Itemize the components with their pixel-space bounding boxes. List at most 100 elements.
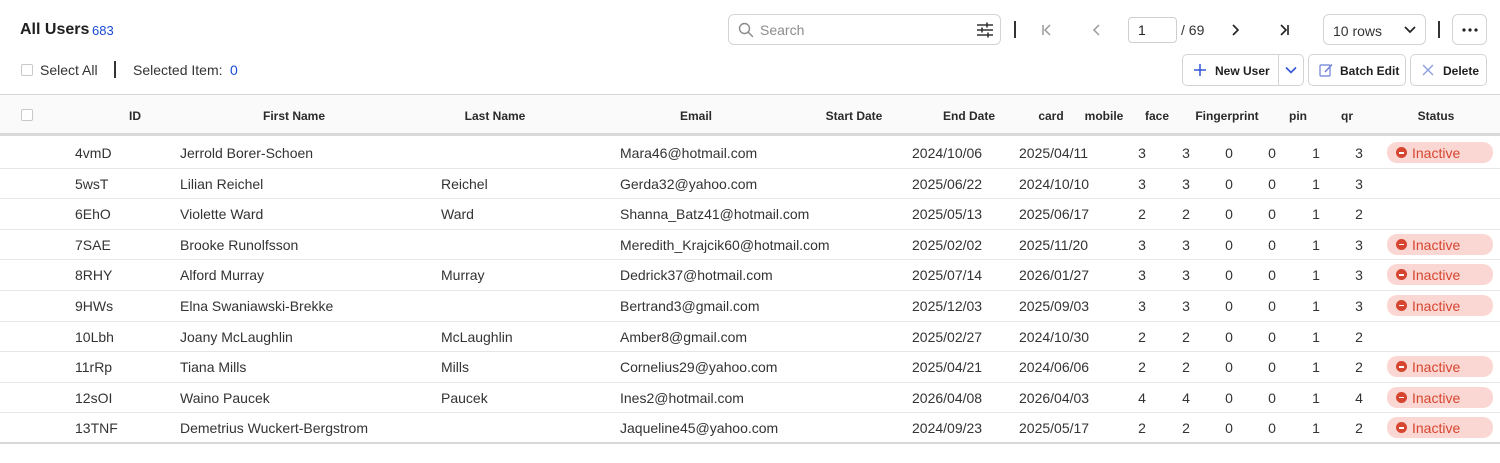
search-input[interactable] xyxy=(760,20,960,40)
cell-fingerprint: 0 xyxy=(1268,145,1276,161)
cell-card: 3 xyxy=(1138,145,1146,161)
cell-id: 6EhO xyxy=(75,206,111,223)
table-row[interactable]: 10Lbh Joany McLaughlin McLaughlin Amber8@gm… xyxy=(0,322,1500,353)
more-options-button[interactable] xyxy=(1452,14,1487,45)
cell-email: Ines2@hotmail.com xyxy=(620,389,744,406)
table-row[interactable]: 8RHY Alford Murray Murray Dedrick37@hotmail… xyxy=(0,260,1500,291)
minus-circle-icon xyxy=(1396,147,1407,158)
cell-id: 10Lbh xyxy=(75,328,114,345)
table-row[interactable]: 7SAE Brooke Runolfsson Meredith_Krajcik60@… xyxy=(0,230,1500,261)
toolbar-divider xyxy=(1014,21,1016,38)
cell-first-name: Alford Murray xyxy=(180,267,265,284)
delete-button[interactable]: Delete xyxy=(1410,54,1487,86)
cell-mobile: 4 xyxy=(1182,389,1190,406)
table-row[interactable]: 6EhO Violette Ward Ward Shanna_Batz41@hotma… xyxy=(0,199,1500,230)
cell-mobile: 3 xyxy=(1182,267,1190,284)
cell-start-date: 2025/06/22 xyxy=(912,175,983,192)
cell-last-name: McLaughlin xyxy=(441,328,513,345)
first-page-button[interactable] xyxy=(1034,17,1060,43)
cell-pin: 1 xyxy=(1312,236,1320,253)
cell-face: 0 xyxy=(1225,206,1233,223)
search-box[interactable] xyxy=(728,14,1001,45)
page-number-input[interactable] xyxy=(1128,17,1177,43)
last-page-icon xyxy=(1280,24,1289,36)
table-body: 4vmD Jerrold Borer-Schoen Mara46@hotmail.c… xyxy=(0,138,1500,444)
minus-circle-icon xyxy=(1396,391,1407,403)
table-row[interactable]: 5wsT Lilian Reichel Reichel Gerda32@yahoo.c… xyxy=(0,169,1500,200)
cell-card: 3 xyxy=(1138,236,1146,253)
status-badge: Inactive xyxy=(1387,417,1493,439)
cell-qr: 3 xyxy=(1355,236,1363,253)
cell-pin: 1 xyxy=(1312,420,1320,437)
table-row[interactable]: 11rRp Tiana Mills Mills Cornelius29@yahoo.c… xyxy=(0,352,1500,383)
cell-card: 2 xyxy=(1138,206,1146,223)
cell-start-date: 2024/10/06 xyxy=(912,145,983,161)
first-page-icon xyxy=(1042,24,1051,36)
column-header-card[interactable]: card xyxy=(1038,109,1063,123)
cell-first-name: Brooke Runolfsson xyxy=(180,236,299,253)
cell-qr: 2 xyxy=(1355,206,1363,223)
column-header-email[interactable]: Email xyxy=(680,109,712,123)
chevron-right-icon xyxy=(1232,24,1240,36)
status-badge: Inactive xyxy=(1387,142,1493,163)
batch-edit-button[interactable]: Batch Edit xyxy=(1308,54,1406,86)
cell-pin: 1 xyxy=(1312,389,1320,406)
table-row[interactable]: 9HWs Elna Swaniawski-Brekke Bertrand3@gmai… xyxy=(0,291,1500,322)
minus-circle-icon xyxy=(1396,422,1407,434)
column-header-start-date[interactable]: Start Date xyxy=(826,109,883,123)
cell-qr: 3 xyxy=(1355,145,1363,161)
header-checkbox[interactable] xyxy=(21,109,33,121)
last-page-button[interactable] xyxy=(1271,17,1297,43)
cell-id: 7SAE xyxy=(75,236,111,253)
edit-icon xyxy=(1319,64,1333,77)
select-all-checkbox[interactable] xyxy=(21,64,33,76)
rows-per-page-select[interactable]: 10 rows xyxy=(1323,14,1426,45)
cell-card: 3 xyxy=(1138,267,1146,284)
cell-first-name: Lilian Reichel xyxy=(180,175,264,192)
status-label: Inactive xyxy=(1412,359,1461,376)
next-page-button[interactable] xyxy=(1222,17,1248,43)
prev-page-button[interactable] xyxy=(1084,17,1110,43)
table-row[interactable]: 13TNF Demetrius Wuckert-Bergstrom Jaquelin… xyxy=(0,413,1500,444)
new-user-button[interactable]: New User xyxy=(1182,54,1304,86)
cell-id: 12sOI xyxy=(75,389,113,406)
chevron-down-icon[interactable] xyxy=(1285,66,1297,75)
cell-face: 0 xyxy=(1225,145,1233,161)
cell-email: Gerda32@yahoo.com xyxy=(620,175,758,192)
column-header-end-date[interactable]: End Date xyxy=(943,109,995,123)
table-row[interactable]: 12sOI Waino Paucek Paucek Ines2@hotmail.com… xyxy=(0,383,1500,414)
cell-fingerprint: 0 xyxy=(1268,420,1276,437)
cell-end-date: 2024/10/30 xyxy=(1019,328,1090,345)
cell-last-name: Ward xyxy=(441,206,474,223)
status-label: Inactive xyxy=(1412,297,1461,314)
cell-end-date: 2024/06/06 xyxy=(1019,359,1090,376)
rows-per-page-value: 10 rows xyxy=(1333,23,1383,39)
cell-first-name: Elna Swaniawski-Brekke xyxy=(180,297,334,314)
column-header-face[interactable]: face xyxy=(1145,109,1169,123)
filter-sliders-icon[interactable] xyxy=(976,22,994,38)
column-header-id[interactable]: ID xyxy=(129,109,141,123)
column-header-qr[interactable]: qr xyxy=(1341,109,1353,123)
column-header-last-name[interactable]: Last Name xyxy=(465,109,526,123)
column-header-pin[interactable]: pin xyxy=(1289,109,1307,123)
cell-id: 8RHY xyxy=(75,267,113,284)
cell-email: Cornelius29@yahoo.com xyxy=(620,359,778,376)
status-badge: Inactive xyxy=(1387,386,1493,408)
cell-face: 0 xyxy=(1225,359,1233,376)
cell-last-name: Murray xyxy=(441,267,485,284)
column-header-first-name[interactable]: First Name xyxy=(263,109,325,123)
cell-face: 0 xyxy=(1225,328,1233,345)
selected-item-label: Selected Item: xyxy=(133,62,223,78)
cell-fingerprint: 0 xyxy=(1268,389,1276,406)
cell-mobile: 2 xyxy=(1182,206,1190,223)
table-row[interactable]: 4vmD Jerrold Borer-Schoen Mara46@hotmail.c… xyxy=(0,138,1500,169)
selection-divider xyxy=(114,61,116,78)
cell-mobile: 3 xyxy=(1182,297,1190,314)
column-header-status[interactable]: Status xyxy=(1418,109,1455,123)
cell-card: 4 xyxy=(1138,389,1146,406)
cell-first-name: Tiana Mills xyxy=(180,359,247,376)
column-header-mobile[interactable]: mobile xyxy=(1085,109,1124,123)
cell-fingerprint: 0 xyxy=(1268,175,1276,192)
column-header-fingerprint[interactable]: Fingerprint xyxy=(1195,109,1258,123)
cell-card: 2 xyxy=(1138,420,1146,437)
